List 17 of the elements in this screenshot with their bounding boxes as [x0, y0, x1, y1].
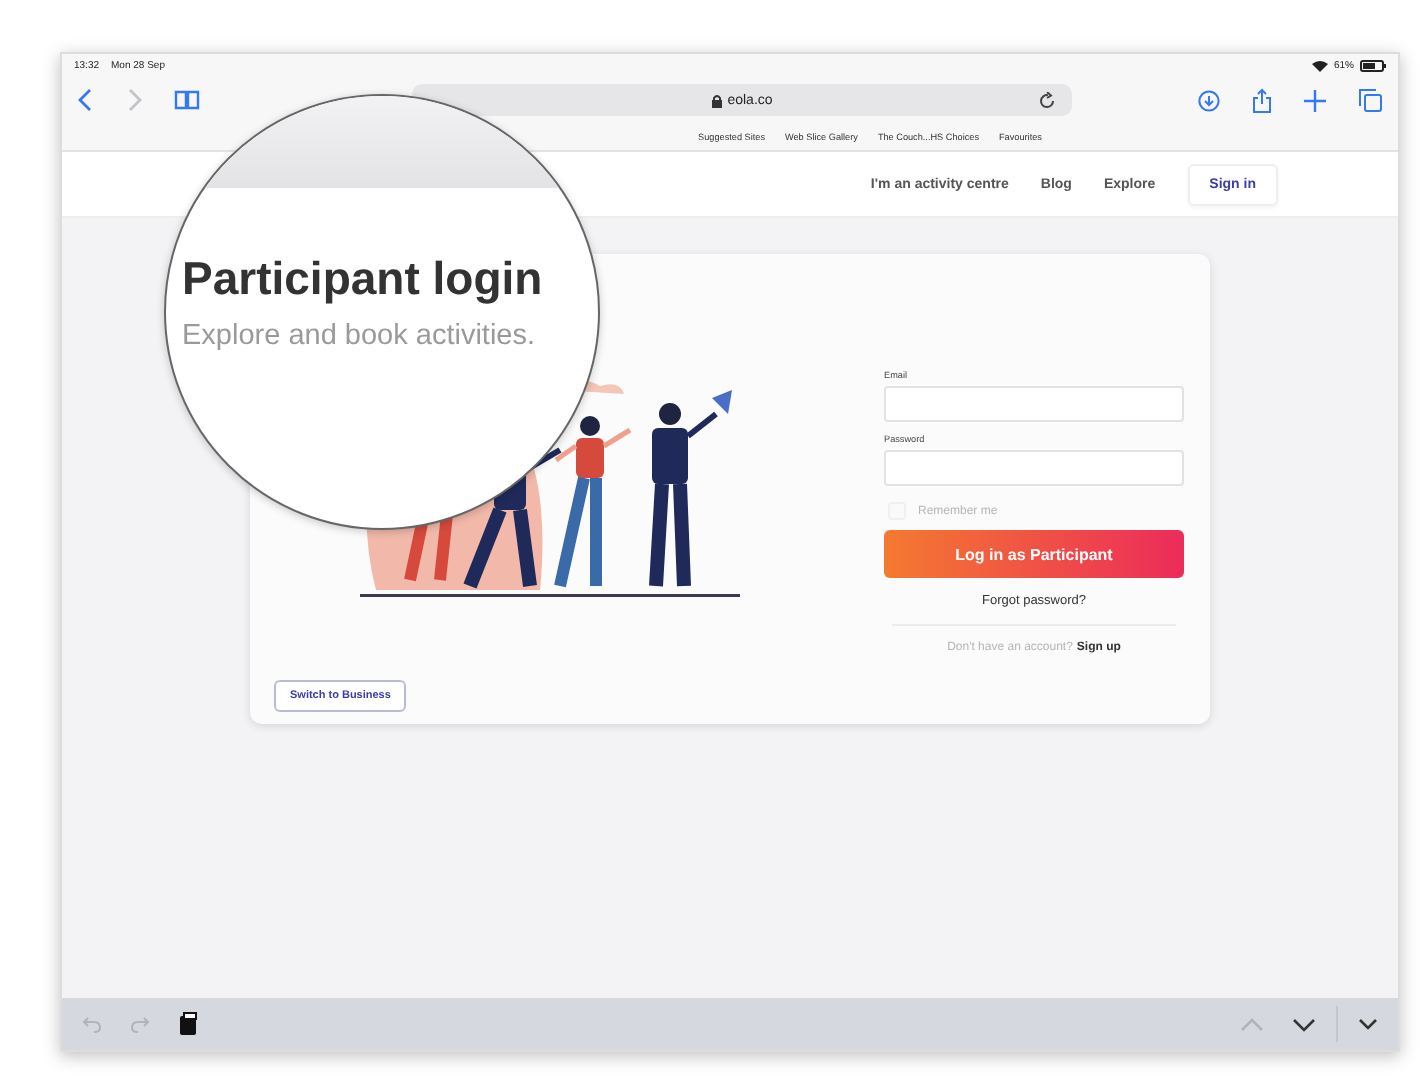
page-title: Participant login [182, 252, 545, 306]
share-icon[interactable] [1252, 87, 1272, 113]
add-tab-icon[interactable] [1304, 89, 1326, 111]
tabs-icon[interactable] [1358, 88, 1382, 112]
page-subtitle: Explore and book activities. [182, 320, 538, 352]
book-icon[interactable] [174, 90, 200, 110]
download-icon[interactable] [1198, 89, 1220, 111]
chevron-down-icon[interactable] [1358, 1018, 1378, 1030]
chevron-down-icon[interactable] [1292, 1017, 1316, 1031]
wifi-icon [1311, 60, 1328, 72]
battery-icon [1360, 60, 1386, 72]
lock-icon [711, 93, 722, 107]
clipboard-icon[interactable] [178, 1012, 198, 1036]
reload-icon[interactable] [1038, 91, 1056, 109]
back-icon[interactable] [78, 88, 94, 112]
input-field[interactable] [884, 450, 1184, 486]
input-field[interactable] [884, 386, 1184, 422]
